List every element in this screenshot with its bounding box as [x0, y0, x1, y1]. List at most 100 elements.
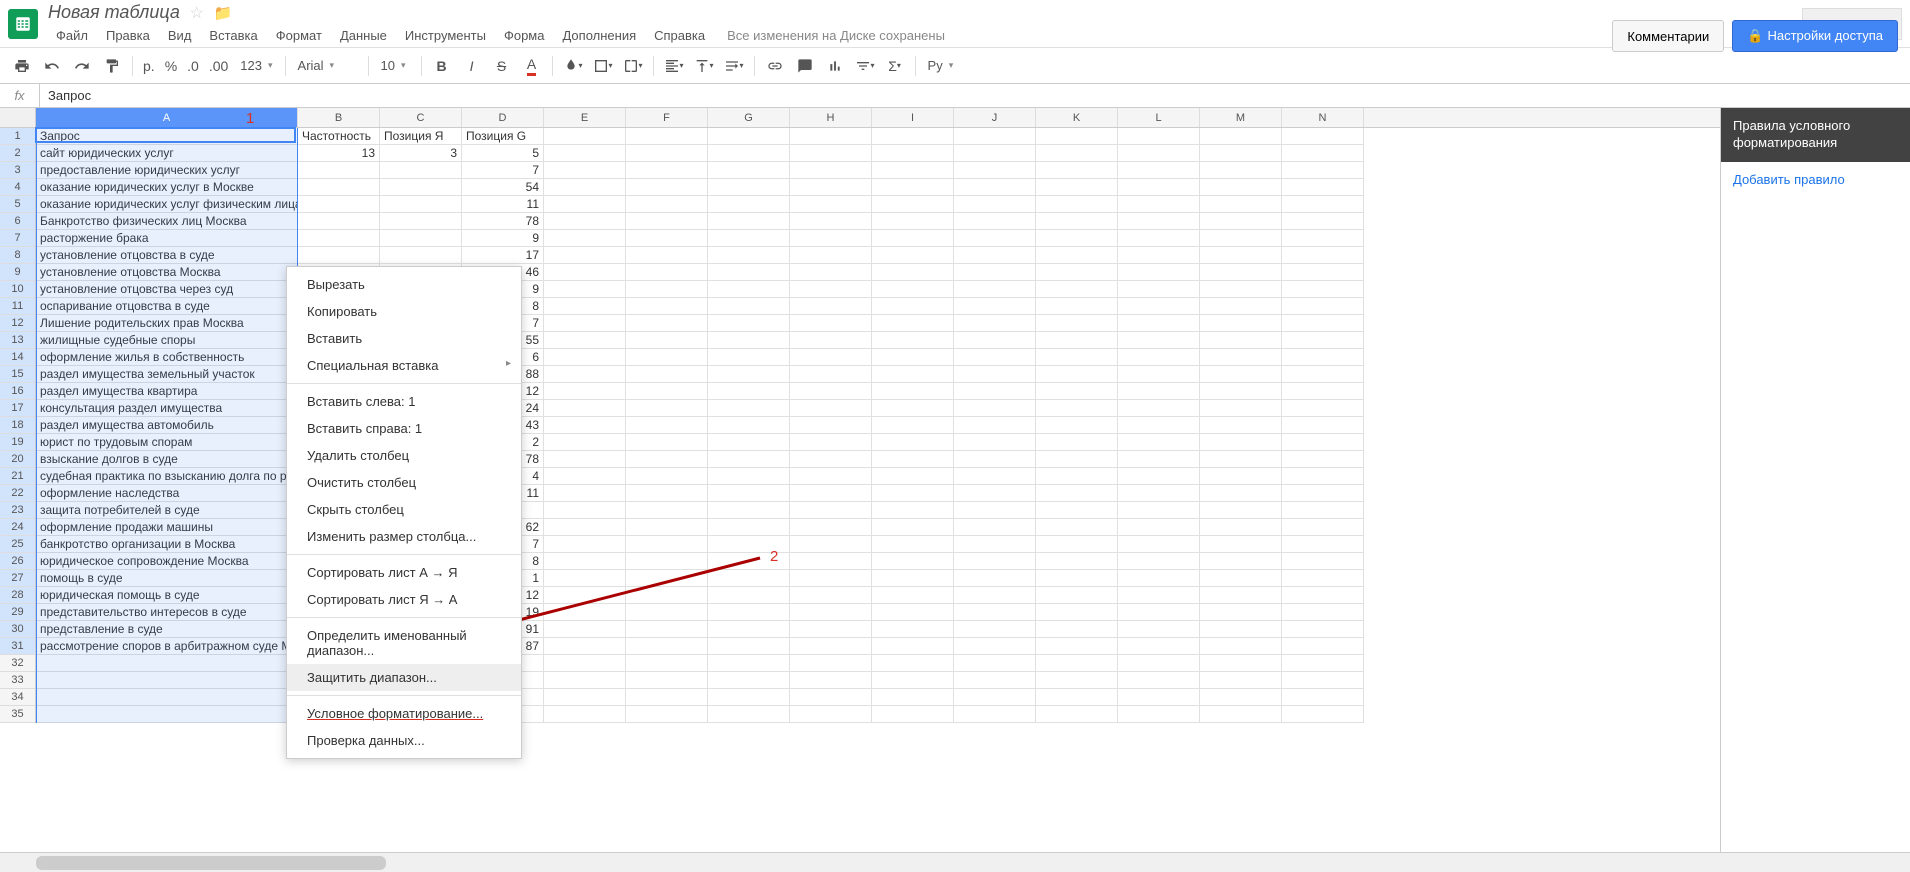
cell[interactable] — [708, 451, 790, 468]
cell[interactable] — [872, 451, 954, 468]
cell[interactable] — [708, 434, 790, 451]
cell[interactable]: Лишение родительских прав Москва — [36, 315, 298, 332]
cell[interactable] — [708, 502, 790, 519]
cell[interactable] — [1282, 196, 1364, 213]
comments-button[interactable]: Комментарии — [1612, 20, 1724, 52]
cell[interactable]: представительство интересов в суде — [36, 604, 298, 621]
filter-button[interactable]: ▾ — [851, 53, 879, 79]
cell[interactable] — [36, 655, 298, 672]
horizontal-align-button[interactable]: ▾ — [660, 53, 688, 79]
cell[interactable]: Позиция Я — [380, 128, 462, 145]
cell[interactable] — [1282, 179, 1364, 196]
cell[interactable] — [1282, 553, 1364, 570]
row-header[interactable]: 18 — [0, 417, 35, 434]
cell[interactable] — [872, 468, 954, 485]
cell[interactable] — [872, 519, 954, 536]
cell[interactable] — [872, 247, 954, 264]
cell[interactable] — [708, 672, 790, 689]
cell[interactable] — [1200, 536, 1282, 553]
functions-button[interactable]: Σ▾ — [881, 53, 909, 79]
cell[interactable] — [544, 383, 626, 400]
cell[interactable] — [708, 689, 790, 706]
cell[interactable] — [790, 145, 872, 162]
add-rule-link[interactable]: Добавить правило — [1721, 162, 1910, 197]
cell[interactable] — [626, 502, 708, 519]
fill-color-button[interactable]: ▾ — [559, 53, 587, 79]
cell[interactable] — [790, 128, 872, 145]
cell[interactable] — [1118, 145, 1200, 162]
cell[interactable] — [544, 145, 626, 162]
menu-вставка[interactable]: Вставка — [201, 25, 265, 46]
cell[interactable] — [954, 519, 1036, 536]
col-header-J[interactable]: J — [954, 108, 1036, 127]
cell[interactable]: Частотность — [298, 128, 380, 145]
cell[interactable] — [1118, 383, 1200, 400]
cell[interactable]: судебная практика по взысканию долга по … — [36, 468, 298, 485]
cell[interactable] — [872, 570, 954, 587]
font-size[interactable]: 10 — [375, 53, 415, 79]
cell[interactable] — [1118, 689, 1200, 706]
cell[interactable] — [1036, 655, 1118, 672]
cell[interactable]: юридическая помощь в суде — [36, 587, 298, 604]
row-header[interactable]: 10 — [0, 281, 35, 298]
spreadsheet[interactable]: ABCDEFGHIJKLMN 1234567891011121314151617… — [0, 108, 1720, 852]
cell[interactable] — [1282, 400, 1364, 417]
cell[interactable] — [790, 366, 872, 383]
cell[interactable] — [708, 247, 790, 264]
cell[interactable] — [626, 400, 708, 417]
undo-icon[interactable] — [38, 53, 66, 79]
cell[interactable] — [790, 332, 872, 349]
cell[interactable] — [1036, 383, 1118, 400]
cell[interactable] — [708, 400, 790, 417]
cell[interactable] — [1036, 417, 1118, 434]
cell[interactable] — [626, 281, 708, 298]
row-header[interactable]: 21 — [0, 468, 35, 485]
cell[interactable] — [544, 621, 626, 638]
cell[interactable] — [544, 332, 626, 349]
cell[interactable] — [544, 553, 626, 570]
cell[interactable] — [1036, 264, 1118, 281]
cell[interactable] — [872, 604, 954, 621]
cell[interactable] — [1282, 162, 1364, 179]
cell[interactable] — [36, 706, 298, 723]
cell[interactable] — [1282, 689, 1364, 706]
cell[interactable] — [544, 298, 626, 315]
col-header-C[interactable]: C — [380, 108, 462, 127]
cell[interactable] — [1036, 332, 1118, 349]
cell[interactable] — [626, 519, 708, 536]
print-icon[interactable] — [8, 53, 36, 79]
cell[interactable] — [1200, 502, 1282, 519]
cell[interactable] — [954, 179, 1036, 196]
col-header-I[interactable]: I — [872, 108, 954, 127]
context-menu-item[interactable]: Копировать — [287, 298, 521, 325]
row-header[interactable]: 28 — [0, 587, 35, 604]
cell[interactable] — [1036, 162, 1118, 179]
cell[interactable] — [298, 247, 380, 264]
cell[interactable] — [1118, 264, 1200, 281]
cell[interactable] — [1036, 451, 1118, 468]
cell[interactable] — [1118, 451, 1200, 468]
row-header[interactable]: 6 — [0, 213, 35, 230]
cell[interactable] — [954, 230, 1036, 247]
cell[interactable]: Позиция G — [462, 128, 544, 145]
cell[interactable] — [708, 706, 790, 723]
cell[interactable] — [954, 162, 1036, 179]
cell[interactable] — [1118, 706, 1200, 723]
cell[interactable] — [1282, 366, 1364, 383]
font-select[interactable]: Arial — [292, 53, 362, 79]
cell[interactable] — [298, 196, 380, 213]
cell[interactable]: 17 — [462, 247, 544, 264]
cell[interactable] — [626, 468, 708, 485]
cell[interactable] — [1036, 230, 1118, 247]
cell[interactable] — [954, 417, 1036, 434]
cell[interactable] — [954, 264, 1036, 281]
cell[interactable] — [872, 298, 954, 315]
cell[interactable] — [1118, 638, 1200, 655]
cell[interactable] — [1118, 162, 1200, 179]
cell[interactable] — [1282, 315, 1364, 332]
number-format[interactable]: 123 — [234, 53, 278, 79]
cell[interactable] — [790, 485, 872, 502]
cell[interactable] — [872, 128, 954, 145]
cell[interactable] — [872, 315, 954, 332]
cell[interactable] — [708, 213, 790, 230]
